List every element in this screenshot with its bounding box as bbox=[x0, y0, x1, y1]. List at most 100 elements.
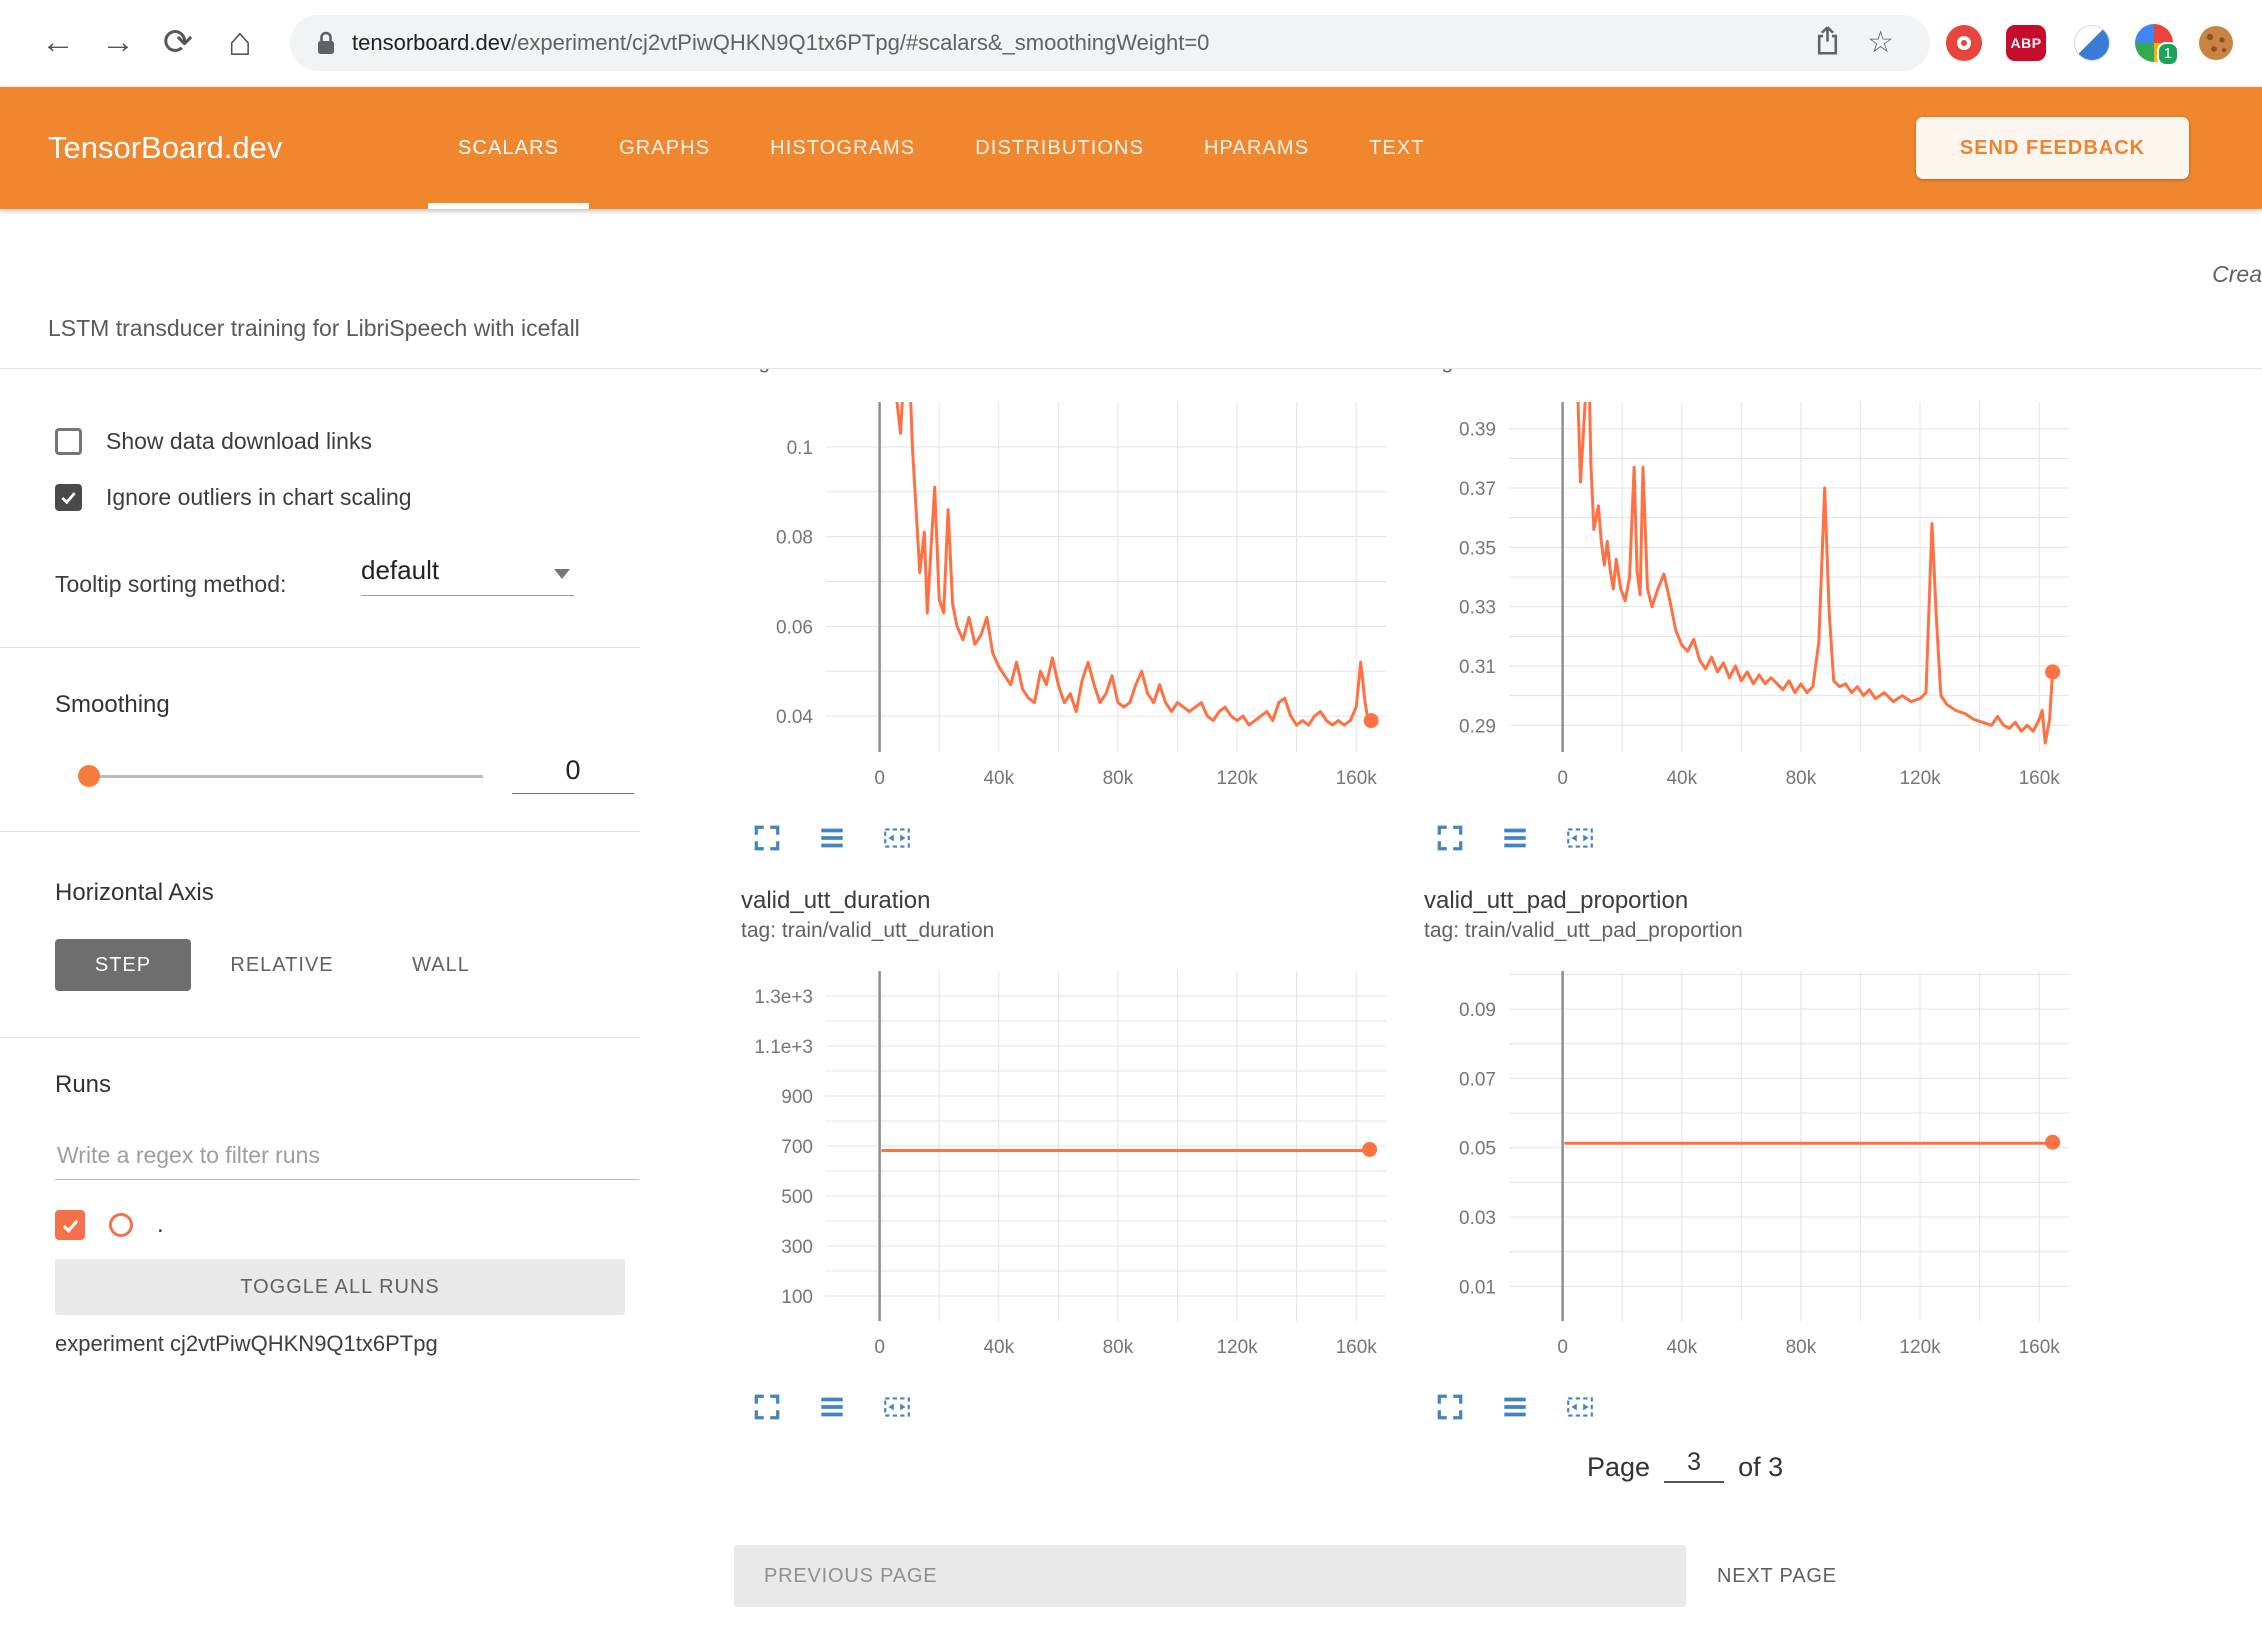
expand-icon[interactable] bbox=[751, 822, 783, 854]
run-checkbox[interactable] bbox=[55, 1210, 85, 1240]
ignore-outliers-row: Ignore outliers in chart scaling bbox=[55, 480, 412, 514]
previous-page-button[interactable]: PREVIOUS PAGE bbox=[734, 1545, 1686, 1607]
chart-title: valid_utt_pad_proportion bbox=[1424, 886, 2084, 916]
fit-data-icon[interactable] bbox=[881, 822, 913, 854]
pagination: Page of 3 bbox=[1587, 1447, 1783, 1483]
lines-icon[interactable] bbox=[816, 1391, 848, 1423]
url-bar[interactable]: tensorboard.dev/experiment/cj2vtPiwQHKN9… bbox=[290, 15, 1930, 71]
tensorboard-header: TensorBoard.dev SCALARS GRAPHS HISTOGRAM… bbox=[0, 87, 2262, 209]
tensorboard-logo[interactable]: TensorBoard.dev bbox=[48, 87, 282, 209]
run-name: . bbox=[157, 1211, 164, 1239]
svg-text:120k: 120k bbox=[1216, 768, 1258, 789]
svg-text:80k: 80k bbox=[1786, 1337, 1817, 1358]
axis-wall-button[interactable]: WALL bbox=[382, 939, 500, 991]
svg-text:160k: 160k bbox=[1336, 1337, 1378, 1358]
extension-abp-icon[interactable]: ABP bbox=[2006, 23, 2046, 63]
svg-text:0.07: 0.07 bbox=[1459, 1069, 1496, 1090]
svg-text:1.1e+3: 1.1e+3 bbox=[754, 1037, 813, 1058]
chevron-down-icon bbox=[554, 569, 570, 579]
svg-text:80k: 80k bbox=[1103, 768, 1134, 789]
horizontal-axis-label: Horizontal Axis bbox=[55, 879, 214, 907]
reload-button[interactable]: ⟳ bbox=[156, 18, 200, 66]
browser-chrome: ← → ⟳ ⌂ tensorboard.dev/experiment/cj2vt… bbox=[0, 0, 2262, 87]
smoothing-value-input[interactable] bbox=[512, 747, 634, 794]
fit-data-icon[interactable] bbox=[1564, 822, 1596, 854]
runs-filter-input[interactable] bbox=[55, 1131, 639, 1180]
svg-text:0.35: 0.35 bbox=[1459, 538, 1496, 559]
experiment-id-text: experiment cj2vtPiwQHKN9Q1tx6PTpg bbox=[55, 1331, 438, 1357]
svg-text:0: 0 bbox=[1557, 1337, 1568, 1358]
divider bbox=[0, 831, 640, 832]
chart-tag: tag: train/valid_utt_duration bbox=[741, 916, 1401, 945]
svg-text:120k: 120k bbox=[1899, 1337, 1941, 1358]
tab-graphs[interactable]: GRAPHS bbox=[589, 87, 740, 209]
svg-text:0.1: 0.1 bbox=[787, 438, 813, 459]
svg-text:40k: 40k bbox=[1666, 768, 1697, 789]
smoothing-slider-track[interactable] bbox=[88, 775, 483, 778]
show-download-links-checkbox[interactable] bbox=[55, 428, 82, 455]
share-icon[interactable] bbox=[1814, 25, 1841, 61]
chart-tag: tag: train/valid_utt_pad_proportion bbox=[1424, 916, 2084, 945]
svg-text:120k: 120k bbox=[1899, 768, 1941, 789]
expand-icon[interactable] bbox=[751, 1391, 783, 1423]
show-download-links-label: Show data download links bbox=[106, 428, 372, 455]
svg-text:0.08: 0.08 bbox=[776, 528, 813, 549]
next-page-button[interactable]: NEXT PAGE bbox=[1717, 1545, 1837, 1607]
svg-text:0: 0 bbox=[874, 768, 885, 789]
send-feedback-button[interactable]: SEND FEEDBACK bbox=[1916, 117, 2189, 179]
toggle-all-runs-button[interactable]: TOGGLE ALL RUNS bbox=[55, 1259, 625, 1315]
scalar-chart-plot[interactable]: 0.290.310.330.350.370.39040k80k120k160k bbox=[1424, 398, 2074, 796]
tab-distributions[interactable]: DISTRIBUTIONS bbox=[945, 87, 1174, 209]
home-button[interactable]: ⌂ bbox=[218, 18, 262, 66]
svg-text:80k: 80k bbox=[1786, 768, 1817, 789]
chart-tag: tag: train/… bbox=[741, 369, 1401, 376]
fit-data-icon[interactable] bbox=[881, 1391, 913, 1423]
extension-red-icon[interactable] bbox=[1944, 23, 1984, 63]
chart-card: valid_utt_duration tag: train/valid_utt_… bbox=[741, 886, 1401, 1423]
charts-panel: tag: train/… 0.040.060.080.1040k80k120k1… bbox=[694, 369, 2262, 1636]
axis-relative-button[interactable]: RELATIVE bbox=[214, 939, 350, 991]
axis-step-button[interactable]: STEP bbox=[55, 939, 191, 991]
lock-icon bbox=[316, 30, 336, 57]
url-text: tensorboard.dev/experiment/cj2vtPiwQHKN9… bbox=[352, 30, 1209, 56]
scalar-chart-plot[interactable]: 0.040.060.080.1040k80k120k160k bbox=[741, 398, 1391, 796]
settings-sidebar: Show data download links Ignore outliers… bbox=[0, 369, 695, 1636]
extension-blue-icon[interactable] bbox=[2072, 23, 2112, 63]
svg-text:0.37: 0.37 bbox=[1459, 479, 1496, 500]
lines-icon[interactable] bbox=[1499, 822, 1531, 854]
tooltip-sorting-select[interactable]: default bbox=[361, 555, 574, 596]
svg-text:0.09: 0.09 bbox=[1459, 1000, 1496, 1021]
svg-text:0: 0 bbox=[874, 1337, 885, 1358]
svg-text:0.29: 0.29 bbox=[1459, 716, 1496, 737]
content-area: Show data download links Ignore outliers… bbox=[0, 368, 2262, 1636]
svg-text:0: 0 bbox=[1557, 768, 1568, 789]
notification-badge: 1 bbox=[2157, 42, 2179, 66]
tab-scalars[interactable]: SCALARS bbox=[428, 87, 589, 209]
tab-text[interactable]: TEXT bbox=[1339, 87, 1455, 209]
profile-avatar[interactable]: 1 bbox=[2134, 23, 2174, 63]
page-number-input[interactable] bbox=[1664, 1447, 1724, 1483]
lines-icon[interactable] bbox=[816, 822, 848, 854]
svg-text:0.39: 0.39 bbox=[1459, 420, 1496, 441]
ignore-outliers-checkbox[interactable] bbox=[55, 484, 82, 511]
tab-histograms[interactable]: HISTOGRAMS bbox=[740, 87, 945, 209]
back-button[interactable]: ← bbox=[36, 18, 80, 66]
chart-toolbar bbox=[1424, 1391, 2084, 1423]
fit-data-icon[interactable] bbox=[1564, 1391, 1596, 1423]
svg-text:40k: 40k bbox=[983, 768, 1014, 789]
expand-icon[interactable] bbox=[1434, 822, 1466, 854]
expand-icon[interactable] bbox=[1434, 1391, 1466, 1423]
scalar-chart-plot[interactable]: 1003005007009001.1e+31.3e+3040k80k120k16… bbox=[741, 967, 1391, 1365]
forward-button[interactable]: → bbox=[96, 18, 140, 66]
cookie-icon[interactable] bbox=[2196, 23, 2236, 63]
svg-text:40k: 40k bbox=[983, 1337, 1014, 1358]
tab-hparams[interactable]: HPARAMS bbox=[1174, 87, 1339, 209]
chart-card: valid_utt_pad_proportion tag: train/vali… bbox=[1424, 886, 2084, 1423]
svg-text:500: 500 bbox=[781, 1187, 813, 1208]
bookmark-star-icon[interactable]: ☆ bbox=[1867, 28, 1894, 58]
smoothing-slider-thumb[interactable] bbox=[78, 765, 100, 787]
subheader: Crea LSTM transducer training for LibriS… bbox=[0, 209, 2262, 368]
lines-icon[interactable] bbox=[1499, 1391, 1531, 1423]
svg-text:300: 300 bbox=[781, 1237, 813, 1258]
scalar-chart-plot[interactable]: 0.010.030.050.070.09040k80k120k160k bbox=[1424, 967, 2074, 1365]
